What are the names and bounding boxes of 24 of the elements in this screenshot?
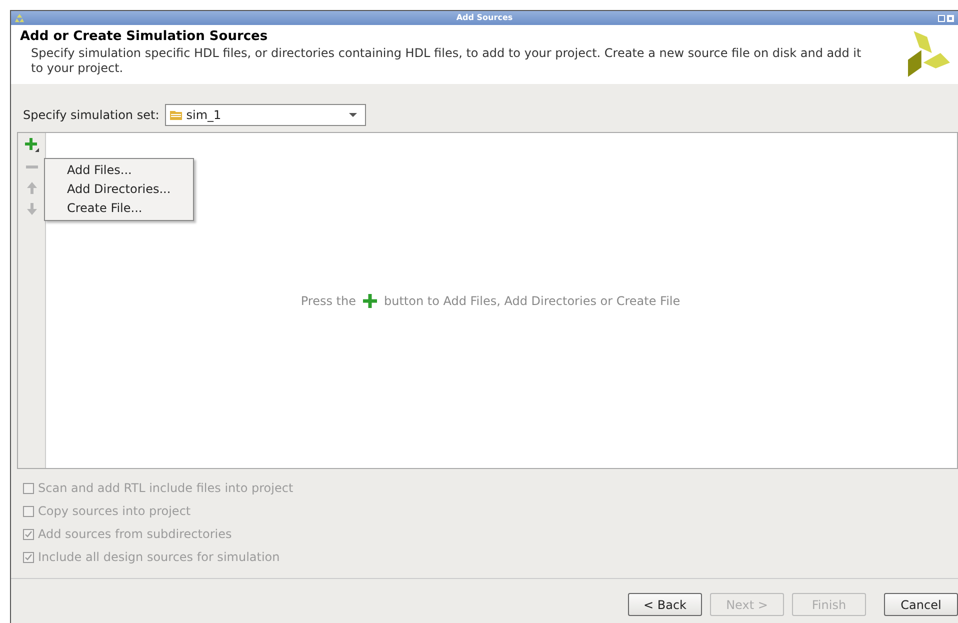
wizard-button[interactable]: Cancel (884, 593, 958, 616)
app-logo-icon (15, 14, 24, 22)
minimize-icon[interactable] (938, 14, 945, 22)
menu-item[interactable]: Add Files... (45, 161, 193, 180)
maximize-icon[interactable] (947, 14, 954, 22)
checkbox-label: Scan and add RTL include files into project (38, 480, 294, 497)
hint-text: Press the (300, 292, 356, 310)
hint-text: button to Add Files, Add Directories or Create File (384, 292, 680, 310)
add-icon[interactable] (24, 138, 38, 152)
logo-icon (908, 31, 950, 77)
folder-icon (170, 110, 182, 120)
wizard-button[interactable]: < Back (628, 593, 702, 616)
window-title: Add Sources (456, 14, 513, 22)
plus-icon (362, 294, 377, 308)
field-label: Specify simulation set: (23, 107, 160, 124)
page-title: Add or Create Simulation Sources (20, 28, 269, 46)
checkbox-label: Include all design sources for simulation (38, 549, 280, 566)
menu-item[interactable]: Add Directories... (45, 180, 193, 199)
checkbox-label: Copy sources into project (38, 503, 191, 520)
caret-icon (349, 113, 358, 117)
menu-item[interactable]: Create File... (45, 199, 193, 218)
page-description: Specify simulation specific HDL files, or directories containing HDL files, to add to your project. Create a new source file on disk and add it to your project. (30, 46, 862, 76)
simulation-set-dropdown[interactable]: sim_1 (165, 104, 366, 126)
checkbox-label: Add sources from subdirectories (38, 526, 232, 543)
